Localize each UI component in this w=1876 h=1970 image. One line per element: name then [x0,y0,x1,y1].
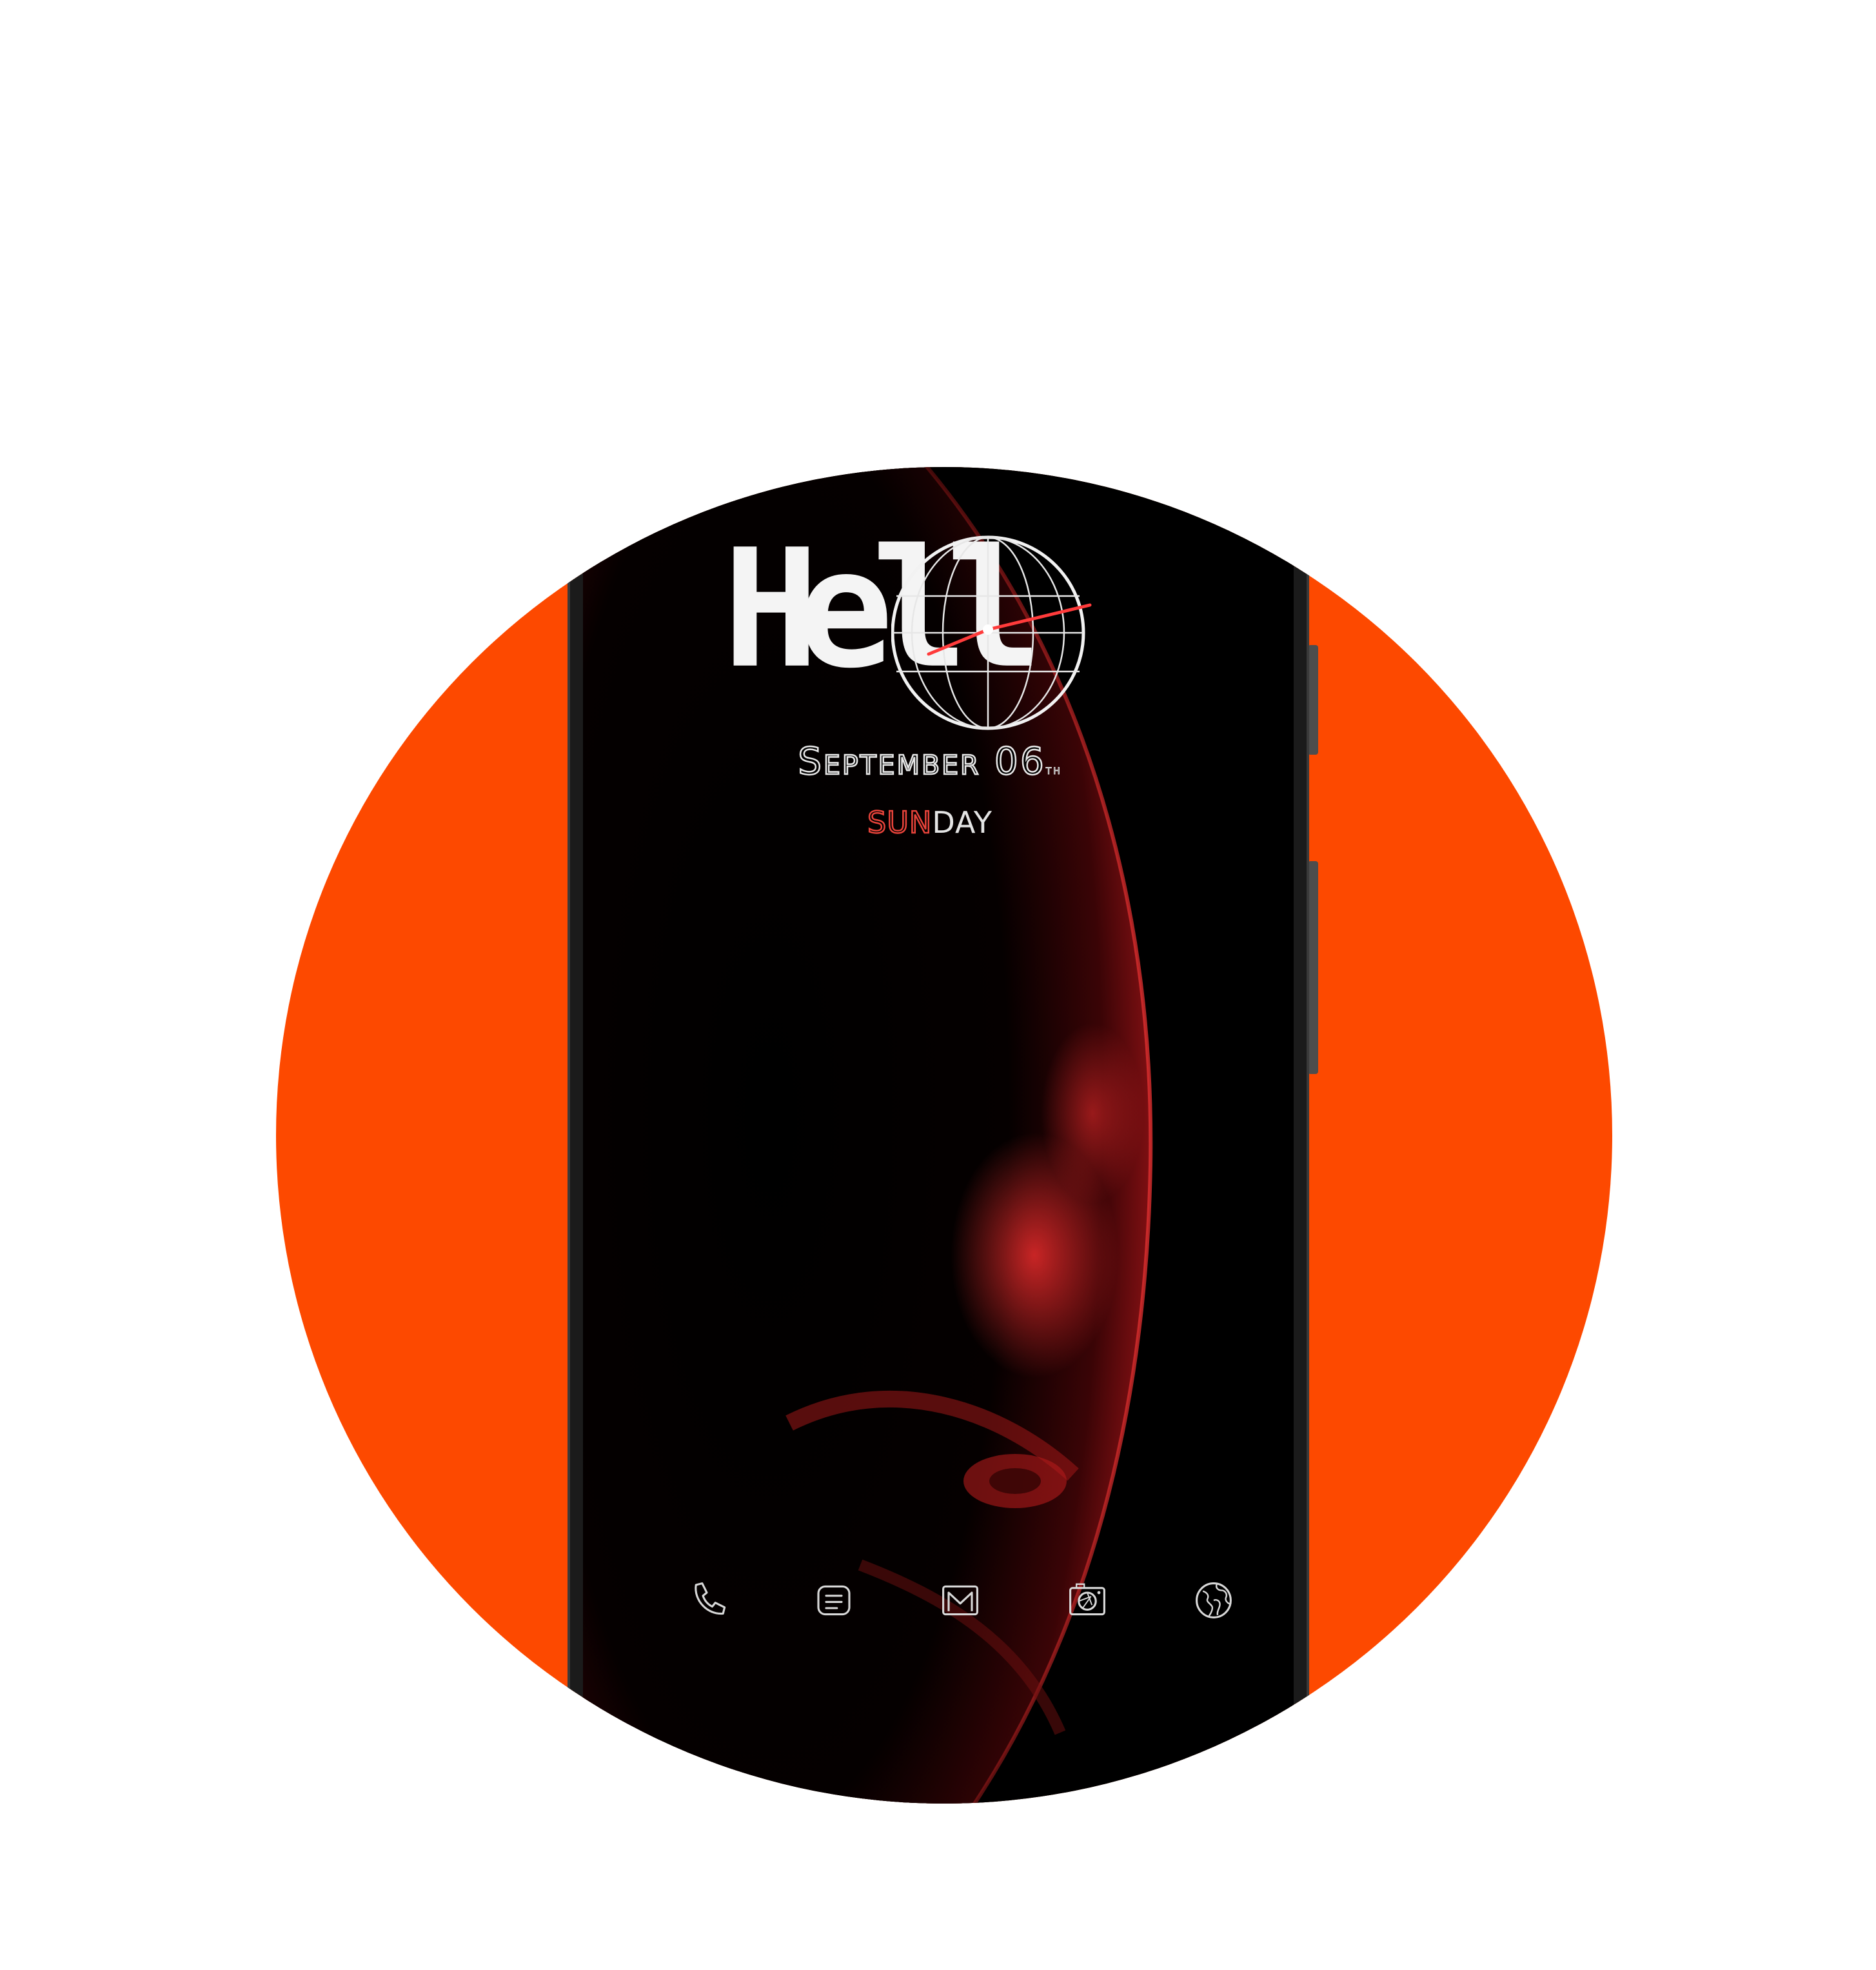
gmail-icon[interactable] [933,1573,987,1627]
front-camera [642,352,668,378]
phone-icon[interactable] [680,1573,734,1627]
phone-screen: Hell September 06th SUNDAY [583,352,1294,1804]
app-dock [680,1571,1241,1629]
earpiece-speaker [858,266,1019,274]
volume-button [1308,645,1318,755]
day-highlight: SUN [867,804,933,841]
power-button [1308,861,1318,1074]
date-value: September 06 [797,739,1046,784]
browser-globe-icon[interactable] [1187,1573,1241,1627]
camera-icon[interactable] [1060,1573,1114,1627]
messages-icon[interactable] [807,1573,861,1627]
globe-clock-widget [891,535,1092,730]
day-of-week-text: SUNDAY [730,804,1130,841]
date-suffix: th [1045,762,1062,778]
date-text: September 06th [730,739,1130,784]
day-rest: DAY [932,805,992,840]
